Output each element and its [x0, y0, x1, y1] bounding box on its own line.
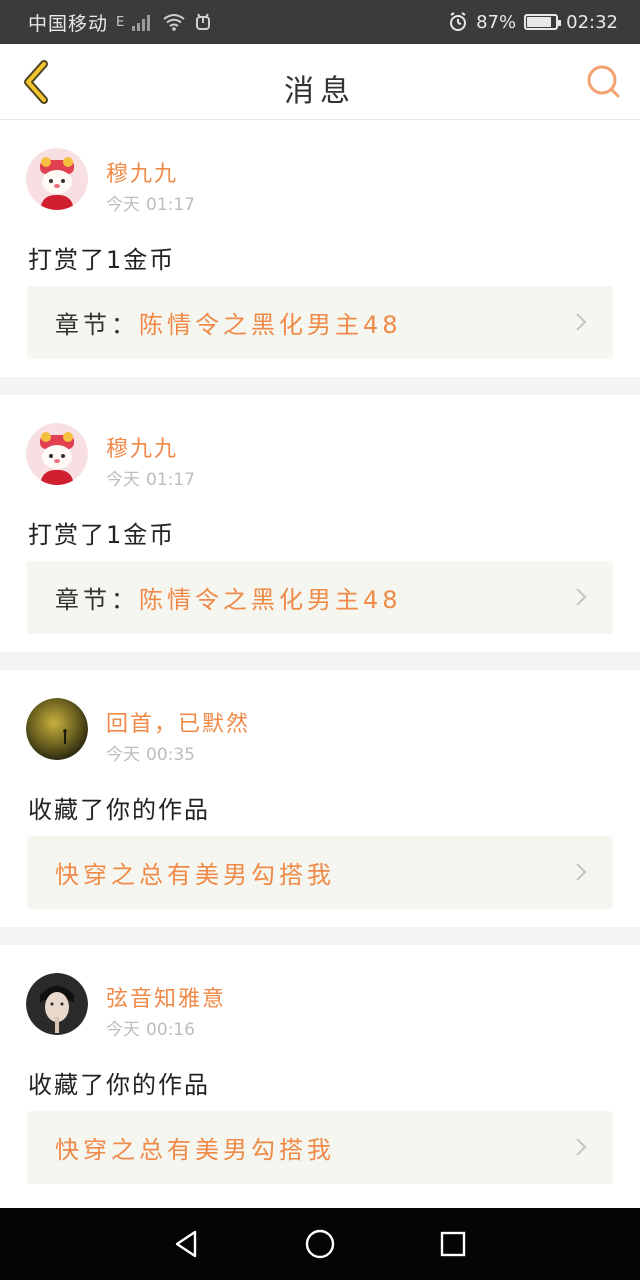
time-label: 00:16 [146, 1020, 195, 1040]
message-card: 穆九九 今天 01:17 打赏了1金币 章节： 陈情令之黑化男主48 [0, 395, 640, 652]
chevron-right-icon [576, 588, 587, 606]
message-card: 回首，已默然 今天 00:35 收藏了你的作品 快穿之总有美男勾搭我 [0, 670, 640, 927]
search-icon[interactable] [584, 62, 624, 102]
nav-home-button[interactable] [300, 1224, 340, 1264]
avatar[interactable] [26, 423, 88, 485]
divider [0, 652, 640, 670]
clock: 02:32 [566, 11, 618, 33]
app-header: 消息 [0, 44, 640, 120]
chevron-right-icon [576, 313, 587, 331]
time-label: 01:17 [146, 470, 195, 490]
square-recents-icon [441, 1231, 466, 1257]
nav-back-button[interactable] [167, 1224, 207, 1264]
wifi-icon [163, 14, 185, 31]
date-label: 今天 [106, 195, 140, 215]
work-link[interactable]: 章节： 陈情令之黑化男主48 [27, 561, 613, 634]
avatar[interactable] [26, 698, 88, 760]
nav-recents-button[interactable] [433, 1224, 473, 1264]
date-label: 今天 [106, 1020, 140, 1040]
timestamp: 今天 01:17 [106, 190, 195, 215]
timestamp: 今天 00:16 [106, 1015, 195, 1040]
activity-text: 打赏了1金币 [28, 521, 176, 549]
work-title: 陈情令之黑化男主48 [139, 311, 402, 339]
time-label: 00:35 [146, 745, 195, 765]
battery-percent: 87% [476, 11, 517, 33]
username[interactable]: 穆九九 [106, 156, 178, 188]
work-label: 章节： [55, 586, 139, 614]
work-title: 快穿之总有美男勾搭我 [55, 861, 335, 889]
work-title: 陈情令之黑化男主48 [139, 586, 402, 614]
battery-level [527, 17, 552, 27]
alarm-icon [450, 12, 467, 31]
time-label: 01:17 [146, 195, 195, 215]
activity-text: 打赏了1金币 [28, 246, 176, 274]
date-label: 今天 [106, 745, 140, 765]
timestamp: 今天 00:35 [106, 740, 195, 765]
notification-icon [196, 13, 211, 30]
username[interactable]: 穆九九 [106, 431, 178, 463]
network-type: E [116, 14, 125, 30]
battery-icon [524, 14, 562, 30]
work-link[interactable]: 快穿之总有美男勾搭我 [27, 836, 613, 909]
carrier-name: 中国移动 [28, 12, 109, 35]
divider [0, 927, 640, 945]
message-list: 穆九九 今天 01:17 打赏了1金币 章节： 陈情令之黑化男主48 穆九九 今… [0, 120, 640, 1202]
activity-text: 收藏了你的作品 [28, 796, 210, 824]
work-link[interactable]: 快穿之总有美男勾搭我 [27, 1111, 613, 1184]
chevron-right-icon [576, 863, 587, 881]
username[interactable]: 弦音知雅意 [106, 981, 226, 1013]
date-label: 今天 [106, 470, 140, 490]
status-left: 中国移动 E [28, 9, 212, 36]
message-card: 穆九九 今天 01:17 打赏了1金币 章节： 陈情令之黑化男主48 [0, 120, 640, 377]
divider [0, 377, 640, 395]
timestamp: 今天 01:17 [106, 465, 195, 490]
message-card: 弦音知雅意 今天 00:16 收藏了你的作品 快穿之总有美男勾搭我 [0, 945, 640, 1202]
page-title: 消息 [284, 74, 356, 109]
signal-icon [132, 15, 151, 31]
work-link[interactable]: 章节： 陈情令之黑化男主48 [27, 286, 613, 359]
username[interactable]: 回首，已默然 [106, 706, 250, 738]
status-bar: 中国移动 E 87% 02:32 [0, 0, 640, 44]
avatar[interactable] [26, 148, 88, 210]
triangle-back-icon [175, 1230, 196, 1258]
status-right: 87% 02:32 [448, 12, 618, 33]
chevron-right-icon [576, 1138, 587, 1156]
circle-home-icon [305, 1229, 335, 1259]
avatar[interactable] [26, 973, 88, 1035]
work-label: 章节： [55, 311, 139, 339]
work-title: 快穿之总有美男勾搭我 [55, 1136, 335, 1164]
activity-text: 收藏了你的作品 [28, 1071, 210, 1099]
system-nav-bar [0, 1208, 640, 1280]
